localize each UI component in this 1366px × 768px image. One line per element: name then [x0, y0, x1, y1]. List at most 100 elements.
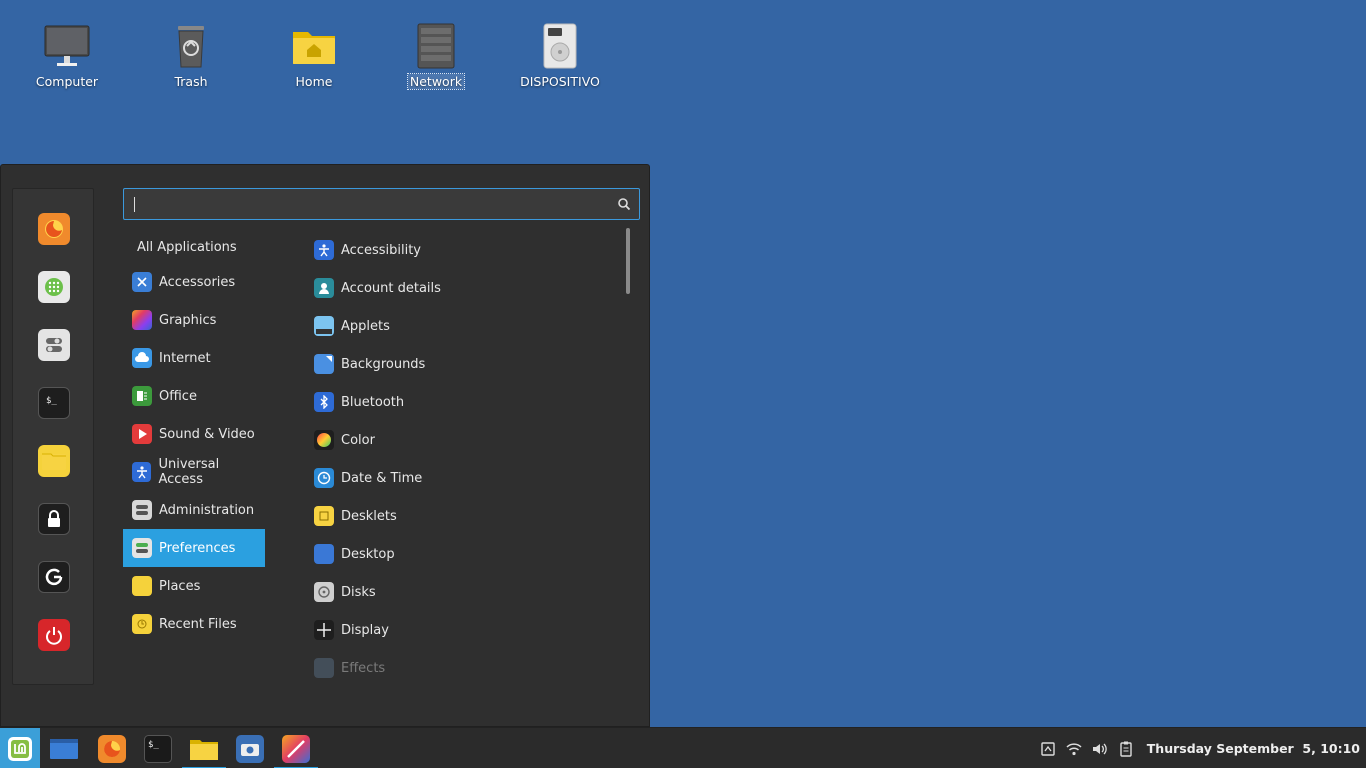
category-label: Places: [159, 578, 201, 594]
app-effects[interactable]: Effects: [306, 649, 616, 681]
app-label: Display: [341, 622, 389, 638]
category-label: Internet: [159, 350, 211, 366]
app-accessibility[interactable]: Accessibility: [306, 231, 616, 269]
display-icon: [314, 620, 334, 640]
mint-menu-icon: [8, 736, 32, 761]
app-desklets[interactable]: Desklets: [306, 497, 616, 535]
desktop-icon-label: Network: [406, 73, 466, 90]
firefox-icon: [98, 734, 126, 763]
effects-icon: [314, 658, 334, 678]
app-date-time[interactable]: Date & Time: [306, 459, 616, 497]
preferences-icon: [132, 538, 152, 558]
category-sound-video[interactable]: Sound & Video: [123, 415, 265, 453]
category-accessories[interactable]: Accessories: [123, 263, 265, 301]
category-universal-access[interactable]: Universal Access: [123, 453, 265, 491]
category-administration[interactable]: Administration: [123, 491, 265, 529]
universal-access-icon: [132, 462, 152, 482]
search-box[interactable]: [123, 188, 640, 220]
category-label: Administration: [159, 502, 255, 518]
internet-icon: [132, 348, 152, 368]
app-desktop[interactable]: Desktop: [306, 535, 616, 573]
applets-icon: [314, 316, 334, 336]
taskbar-files[interactable]: [182, 728, 226, 768]
administration-icon: [132, 500, 152, 520]
desklets-icon: [314, 506, 334, 526]
category-label: Preferences: [159, 540, 236, 556]
files-icon[interactable]: [38, 445, 70, 477]
disks-icon: [314, 582, 334, 602]
category-graphics[interactable]: Graphics: [123, 301, 265, 339]
terminal-icon[interactable]: $_: [38, 387, 70, 419]
sound-video-icon: [132, 424, 152, 444]
taskbar-screenshot[interactable]: [228, 728, 272, 768]
app-label: Color: [341, 432, 375, 448]
software-manager-icon[interactable]: [38, 271, 70, 303]
text-cursor: [134, 197, 135, 212]
taskbar-terminal[interactable]: $_: [136, 728, 180, 768]
app-account-details[interactable]: Account details: [306, 269, 616, 307]
app-label: Desklets: [341, 508, 397, 524]
favorites-sidebar: $_: [12, 188, 94, 685]
desktop-icon-network[interactable]: Network: [386, 22, 486, 90]
network-tray-button[interactable]: [1061, 728, 1087, 768]
desktop-icon-label: Trash: [174, 74, 208, 89]
desktop-icon-trash[interactable]: Trash: [141, 22, 241, 89]
clipboard-tray-button[interactable]: [1113, 728, 1139, 768]
system-tray: Thursday September 5, 10:10: [1035, 728, 1366, 768]
desktop-icon-dispositivo[interactable]: DISPOSITIVO: [510, 22, 610, 89]
keyboard-layout-button[interactable]: [1035, 728, 1061, 768]
logout-icon[interactable]: [38, 561, 70, 593]
category-recent-files[interactable]: Recent Files: [123, 605, 265, 643]
panel-clock[interactable]: Thursday September 5, 10:10: [1147, 741, 1360, 756]
show-desktop-icon: [50, 738, 78, 759]
clock-icon: [314, 468, 334, 488]
svg-text:$_: $_: [148, 740, 159, 750]
desktop-icon-label: Home: [295, 74, 333, 89]
category-label: Accessories: [159, 274, 236, 290]
category-label: Universal Access: [158, 457, 220, 487]
app-label: Backgrounds: [341, 356, 426, 372]
home-folder-icon: [290, 22, 338, 70]
desktop-icon-computer[interactable]: Computer: [17, 22, 117, 89]
bottom-panel: $_ Thursday September 5, 10:10: [0, 727, 1366, 768]
mint-menu-button[interactable]: [0, 728, 40, 768]
computer-icon: [43, 22, 91, 70]
account-icon: [314, 278, 334, 298]
category-label: Recent Files: [159, 616, 237, 632]
application-list: Accessibility Account details Applets Ba…: [306, 231, 616, 681]
taskbar-firefox[interactable]: [90, 728, 134, 768]
category-places[interactable]: Places: [123, 567, 265, 605]
screenshot-icon: [236, 734, 264, 763]
app-bluetooth[interactable]: Bluetooth: [306, 383, 616, 421]
app-applets[interactable]: Applets: [306, 307, 616, 345]
power-icon[interactable]: [38, 619, 70, 651]
taskbar-drawing[interactable]: [274, 728, 318, 768]
app-label: Account details: [341, 280, 441, 296]
app-label: Disks: [341, 584, 376, 600]
show-desktop-button[interactable]: [42, 728, 86, 768]
category-office[interactable]: Office: [123, 377, 265, 415]
lock-screen-icon[interactable]: [38, 503, 70, 535]
drawing-icon: [282, 734, 310, 763]
app-display[interactable]: Display: [306, 611, 616, 649]
app-list-scrollbar[interactable]: [626, 228, 630, 294]
category-preferences[interactable]: Preferences: [123, 529, 265, 567]
volume-icon: [1092, 743, 1107, 754]
system-settings-icon[interactable]: [38, 329, 70, 361]
app-backgrounds[interactable]: Backgrounds: [306, 345, 616, 383]
office-icon: [132, 386, 152, 406]
app-label: Date & Time: [341, 470, 423, 486]
category-internet[interactable]: Internet: [123, 339, 265, 377]
category-all-applications[interactable]: All Applications: [123, 233, 265, 261]
firefox-icon[interactable]: [38, 213, 70, 245]
app-color[interactable]: Color: [306, 421, 616, 459]
places-icon: [132, 576, 152, 596]
color-icon: [314, 430, 334, 450]
app-disks[interactable]: Disks: [306, 573, 616, 611]
category-label: Office: [159, 388, 197, 404]
search-input[interactable]: [124, 189, 594, 219]
desktop-icon-home[interactable]: Home: [264, 22, 364, 89]
volume-tray-button[interactable]: [1087, 728, 1113, 768]
recent-files-icon: [132, 614, 152, 634]
accessibility-icon: [314, 240, 334, 260]
